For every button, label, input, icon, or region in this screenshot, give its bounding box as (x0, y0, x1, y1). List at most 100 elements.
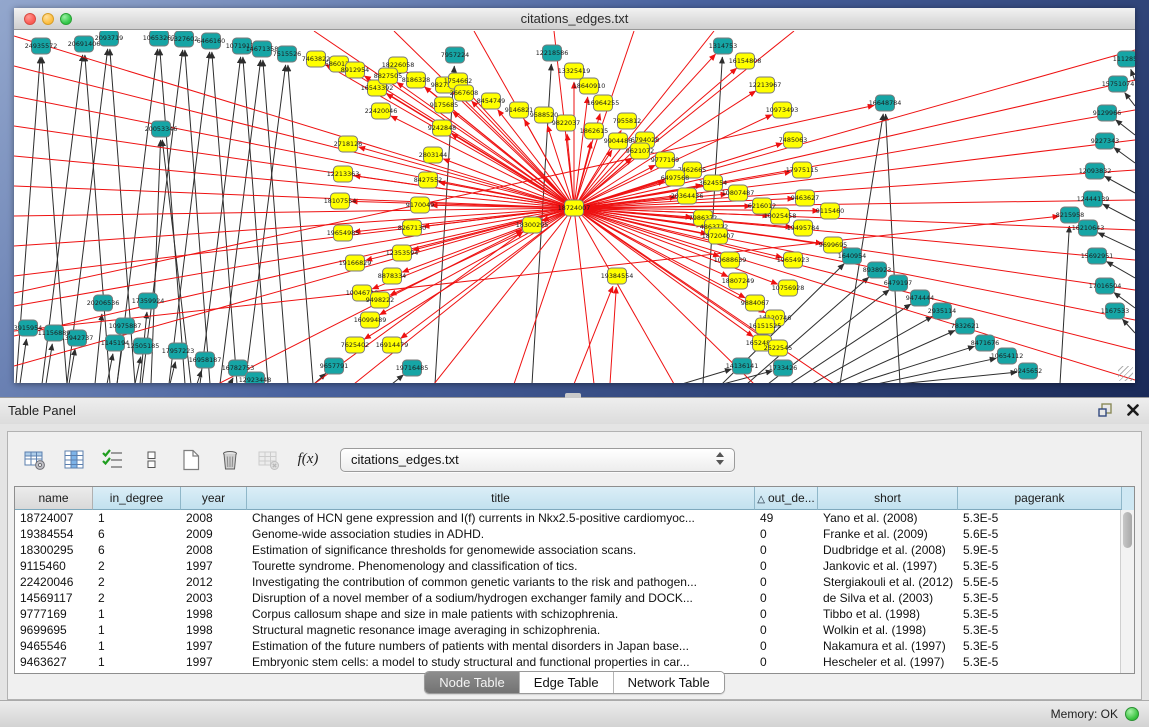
table-cell[interactable]: 2008 (181, 510, 247, 526)
graph-edge[interactable] (682, 369, 731, 383)
table-cell[interactable]: 2 (93, 574, 181, 590)
window-close-button[interactable] (24, 13, 36, 25)
graph-edge[interactable] (392, 375, 403, 383)
table-cell[interactable]: 0 (755, 526, 818, 542)
table-cell[interactable]: Embryonic stem cells: a model to study s… (247, 654, 755, 670)
graph-edge[interactable] (20, 339, 26, 383)
table-cell[interactable]: 9465546 (15, 638, 93, 654)
table-cell[interactable]: Corpus callosum shape and size in male p… (247, 606, 755, 622)
table-cell[interactable]: 2 (93, 558, 181, 574)
table-cell[interactable]: 1 (93, 654, 181, 670)
table-row[interactable]: 1456911722003Disruption of a novel membe… (15, 590, 1134, 606)
table-cell[interactable]: 5.3E-5 (958, 510, 1122, 526)
graph-edge[interactable] (451, 134, 574, 208)
graph-edge[interactable] (69, 349, 75, 383)
network-canvas[interactable]: 1872400774638225860123891295416543392224… (14, 31, 1135, 383)
graph-edge[interactable] (220, 60, 261, 383)
graph-edge[interactable] (1105, 176, 1135, 193)
table-cell[interactable]: 5.3E-5 (958, 558, 1122, 574)
graph-edge[interactable] (200, 57, 241, 383)
float-panel-icon[interactable] (1098, 403, 1113, 417)
graph-edge[interactable] (218, 230, 522, 383)
table-cell[interactable]: Hescheler et al. (1997) (818, 654, 958, 670)
table-cell[interactable]: 1 (93, 638, 181, 654)
table-cell[interactable]: 6 (93, 526, 181, 542)
table-cell[interactable]: Genome-wide association studies in ADHD. (247, 526, 755, 542)
function-builder-icon[interactable]: f(x) (293, 445, 323, 475)
table-cell[interactable]: Tourette syndrome. Phenomenology and cla… (247, 558, 755, 574)
table-cell[interactable]: 0 (755, 542, 818, 558)
network-window-titlebar[interactable]: citations_edges.txt (14, 8, 1135, 30)
table-cell[interactable]: 9115460 (15, 558, 93, 574)
column-header-short[interactable]: short (818, 487, 958, 510)
table-cell[interactable]: 5.3E-5 (958, 622, 1122, 638)
table-cell[interactable]: Stergiakouli et al. (2012) (818, 574, 958, 590)
table-row[interactable]: 977716911998Corpus callosum shape and si… (15, 606, 1134, 622)
graph-edge[interactable] (1103, 204, 1135, 221)
table-cell[interactable]: 1998 (181, 606, 247, 622)
table-cell[interactable]: Structural magnetic resonance image aver… (247, 622, 755, 638)
table-row[interactable]: 1872400712008Changes of HCN gene express… (15, 510, 1134, 526)
table-cell[interactable]: 1997 (181, 558, 247, 574)
table-row[interactable]: 1830029562008Estimation of significance … (15, 542, 1134, 558)
graph-edge[interactable] (314, 373, 326, 383)
tab-edge-table[interactable]: Edge Table (519, 672, 613, 693)
table-cell[interactable]: 0 (755, 622, 818, 638)
graph-edge[interactable] (169, 52, 210, 383)
table-cell[interactable]: 9777169 (15, 606, 93, 622)
table-cell[interactable]: Nakamura et al. (1997) (818, 638, 958, 654)
graph-edge[interactable] (610, 287, 616, 383)
table-cell[interactable]: 18300295 (15, 542, 93, 558)
table-row[interactable]: 911546021997Tourette syndrome. Phenomeno… (15, 558, 1134, 574)
graph-edge[interactable] (574, 286, 613, 383)
resize-grip-icon[interactable] (1118, 366, 1133, 381)
table-cell[interactable]: 2003 (181, 590, 247, 606)
table-options-icon[interactable] (20, 445, 50, 475)
table-row[interactable]: 1938455462009Genome-wide association stu… (15, 526, 1134, 542)
graph-edge[interactable] (288, 65, 313, 383)
table-cell[interactable]: 1 (93, 622, 181, 638)
table-scrollbar-thumb[interactable] (1123, 512, 1132, 548)
table-cell[interactable]: 0 (755, 558, 818, 574)
graph-edge[interactable] (46, 344, 52, 383)
column-header-in_degree[interactable]: in_degree (93, 487, 181, 510)
table-cell[interactable]: 5.6E-5 (958, 526, 1122, 542)
table-cell[interactable]: 2008 (181, 542, 247, 558)
graph-edge[interactable] (886, 114, 900, 383)
table-cell[interactable]: 1997 (181, 638, 247, 654)
graph-edge[interactable] (855, 346, 975, 383)
table-row[interactable]: 946362711997Embryonic stem cells: a mode… (15, 654, 1134, 670)
table-row[interactable]: 969969511998Structural magnetic resonanc… (15, 622, 1134, 638)
table-cell[interactable]: 1997 (181, 654, 247, 670)
table-cell[interactable]: 1998 (181, 622, 247, 638)
table-cell[interactable]: 0 (755, 638, 818, 654)
table-cell[interactable]: 0 (755, 606, 818, 622)
select-rows-icon[interactable] (98, 445, 128, 475)
tab-node-table[interactable]: Node Table (425, 672, 519, 693)
table-cell[interactable]: 14569117 (15, 590, 93, 606)
table-cell[interactable]: 9699695 (15, 622, 93, 638)
column-header-out_de[interactable]: △out_de... (755, 487, 818, 510)
table-cell[interactable]: 5.3E-5 (958, 606, 1122, 622)
table-cell[interactable]: Estimation of significance thresholds fo… (247, 542, 755, 558)
table-cell[interactable]: 1 (93, 510, 181, 526)
graph-edge[interactable] (160, 49, 185, 383)
table-cell[interactable]: 18724007 (15, 510, 93, 526)
table-cell[interactable]: 19384554 (15, 526, 93, 542)
table-cell[interactable]: 0 (755, 654, 818, 670)
graph-edge[interactable] (230, 378, 233, 383)
table-cell[interactable]: 5.3E-5 (958, 654, 1122, 670)
close-panel-icon[interactable] (1127, 404, 1139, 416)
table-cell[interactable]: Estimation of the future numbers of pati… (247, 638, 755, 654)
graph-edge[interactable] (1098, 233, 1135, 250)
table-cell[interactable]: Franke et al. (2009) (818, 526, 958, 542)
table-cell[interactable]: 0 (755, 590, 818, 606)
graph-edge[interactable] (135, 357, 141, 383)
network-graph[interactable]: 1872400774638225860123891295416543392224… (14, 31, 1135, 383)
column-header-pagerank[interactable]: pagerank (958, 487, 1122, 510)
table-cell[interactable]: 49 (755, 510, 818, 526)
table-cell[interactable]: 2 (93, 590, 181, 606)
table-cell[interactable]: 5.3E-5 (958, 638, 1122, 654)
create-table-icon[interactable] (176, 445, 206, 475)
graph-edge[interactable] (1107, 262, 1135, 278)
